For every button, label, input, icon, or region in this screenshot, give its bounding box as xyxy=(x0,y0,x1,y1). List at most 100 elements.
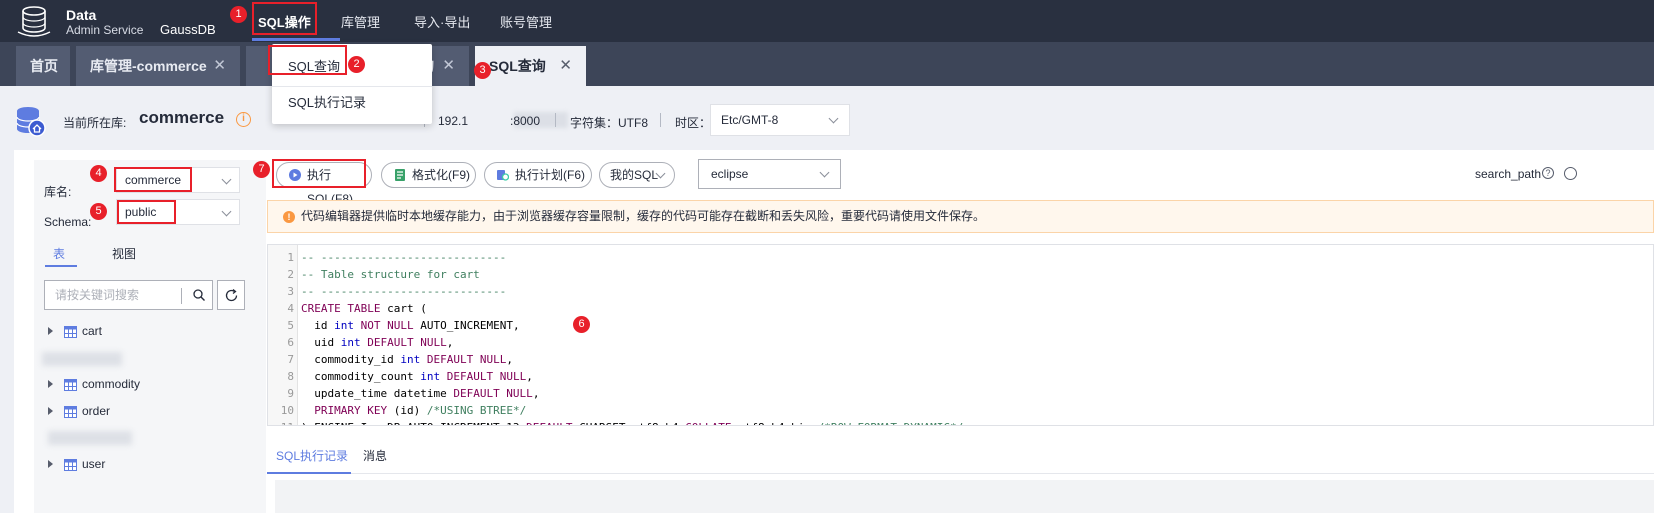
tab-home-label: 首页 xyxy=(30,58,58,74)
refresh-icon xyxy=(225,288,238,302)
chevron-down-icon xyxy=(828,113,839,124)
execute-sql-button[interactable]: 执行SQL(F8) xyxy=(276,162,372,206)
tab-db-management[interactable]: 库管理-commerce ✕ xyxy=(76,46,240,86)
editor-theme-select[interactable]: eclipse xyxy=(698,159,841,189)
line-number: 11 xyxy=(268,419,294,425)
search-placeholder: 请按关键词搜索 xyxy=(55,288,140,302)
brand-subtitle: Admin Service xyxy=(66,23,144,37)
code-line: 10 PRIMARY KEY (id) /*USING BTREE*/ xyxy=(268,402,1653,419)
host-port: :8000 xyxy=(510,114,541,128)
format-icon xyxy=(395,169,405,181)
table-name: cart xyxy=(82,324,103,338)
annotation-badge: 6 xyxy=(573,316,590,333)
line-number: 3 xyxy=(287,285,294,298)
timezone-select[interactable]: Etc/GMT-8 xyxy=(710,104,850,136)
menu-item-sql-query[interactable]: SQL查询 xyxy=(288,56,340,75)
my-sql-label: 我的SQL xyxy=(610,168,659,182)
sql-editor[interactable]: 1 -- ---------------------------- 2 -- Tab… xyxy=(267,244,1654,426)
explain-plan-label: 执行计划(F6) xyxy=(515,168,585,182)
db-name-select[interactable]: commerce xyxy=(116,167,240,193)
tab-views[interactable]: 视图 xyxy=(112,245,136,262)
current-db-label: 当前所在库: xyxy=(63,116,127,130)
code-line: 2 -- Table structure for cart xyxy=(268,266,1653,283)
plan-icon xyxy=(497,170,509,181)
charset-label: 字符集：UTF8 xyxy=(570,116,649,130)
db-name-label: 库名: xyxy=(44,185,72,199)
menu-divider xyxy=(272,86,432,87)
tab-bar: 首页 库管理-commerce ✕ 查询 ✕ SQL查询 ✕ xyxy=(0,42,1654,86)
line-number: 2 xyxy=(287,268,294,281)
chevron-down-icon xyxy=(221,206,232,217)
object-sidebar: 库名: commerce Schema: public 表 视图 请按关键词搜索 xyxy=(34,160,266,513)
db-info-bar: 当前所在库: commerce i 192.1 :8000 字符集：UTF8 时… xyxy=(0,96,1654,146)
line-number: 9 xyxy=(287,387,294,400)
expand-arrow-icon[interactable] xyxy=(48,407,53,415)
expand-arrow-icon[interactable] xyxy=(48,327,53,335)
current-db-name: commerce xyxy=(139,108,225,127)
close-icon[interactable]: ✕ xyxy=(559,46,572,86)
annotation-badge: 4 xyxy=(90,165,107,182)
annotation-badge: 3 xyxy=(474,62,491,79)
database-home-icon xyxy=(16,107,46,137)
tab-messages[interactable]: 消息 xyxy=(363,447,387,464)
host-ip: 192.1 xyxy=(438,114,469,128)
my-sql-button[interactable]: 我的SQL xyxy=(599,162,675,188)
table-icon xyxy=(64,459,77,471)
annotation-badge: 1 xyxy=(230,6,247,23)
schema-value: public xyxy=(125,205,157,219)
search-icon[interactable] xyxy=(192,288,206,302)
separator xyxy=(660,113,661,127)
timezone-label: 时区： xyxy=(675,116,712,130)
line-number: 8 xyxy=(287,370,294,383)
nav-account-management[interactable]: 账号管理 xyxy=(500,12,552,31)
warning-icon: ! xyxy=(283,211,295,223)
help-icon[interactable]: ? xyxy=(1542,167,1554,179)
play-icon xyxy=(289,169,301,181)
tree-item-commodity[interactable]: commodity xyxy=(48,376,248,394)
close-icon[interactable]: ✕ xyxy=(442,46,455,86)
nav-import-export[interactable]: 导入·导出 xyxy=(414,12,470,31)
nav-active-indicator xyxy=(252,38,340,41)
toggle-icon[interactable] xyxy=(1564,167,1577,180)
code-line: 6 uid int DEFAULT NULL, xyxy=(268,334,1653,351)
table-icon xyxy=(64,326,77,338)
refresh-button[interactable] xyxy=(217,280,245,310)
blurred-row xyxy=(42,352,122,366)
chevron-down-icon xyxy=(819,167,830,178)
tree-item-cart[interactable]: cart xyxy=(48,323,248,341)
code-line: 9 update_time datetime DEFAULT NULL, xyxy=(268,385,1653,402)
tree-item-order[interactable]: order xyxy=(48,403,248,421)
explain-plan-button[interactable]: 执行计划(F6) xyxy=(484,162,592,188)
code-line: 7 commodity_id int DEFAULT NULL, xyxy=(268,351,1653,368)
nav-sql-operations[interactable]: SQL操作 xyxy=(258,12,311,31)
schema-select[interactable]: public xyxy=(116,199,240,225)
table-search-input[interactable]: 请按关键词搜索 xyxy=(44,280,213,310)
blurred-row xyxy=(48,431,132,445)
main-panel: 库名: commerce Schema: public 表 视图 请按关键词搜索 xyxy=(14,150,1654,513)
tree-item-user[interactable]: user xyxy=(48,456,248,474)
cache-notice: ! 代码编辑器提供临时本地缓存能力，由于浏览器缓存容量限制，缓存的代码可能存在截… xyxy=(267,200,1654,233)
close-icon[interactable]: ✕ xyxy=(213,46,226,86)
line-number: 1 xyxy=(287,251,294,264)
expand-arrow-icon[interactable] xyxy=(48,380,53,388)
brand-title: Data xyxy=(66,7,97,23)
nav-db-management[interactable]: 库管理 xyxy=(341,12,380,31)
format-button[interactable]: 格式化(F9) xyxy=(381,162,476,188)
table-icon xyxy=(64,406,77,418)
expand-arrow-icon[interactable] xyxy=(48,460,53,468)
annotation-badge: 2 xyxy=(348,56,365,73)
code-line: 3 -- ---------------------------- xyxy=(268,283,1653,300)
tab-tables[interactable]: 表 xyxy=(53,245,65,262)
tab-home[interactable]: 首页 xyxy=(16,46,70,86)
menu-item-sql-history[interactable]: SQL执行记录 xyxy=(288,92,366,111)
schema-label: Schema: xyxy=(44,215,92,229)
line-number: 6 xyxy=(287,336,294,349)
table-name: commodity xyxy=(82,377,141,391)
info-warning-icon[interactable]: i xyxy=(236,112,251,127)
tab-sql-query[interactable]: SQL查询 ✕ xyxy=(475,46,586,86)
table-icon xyxy=(64,379,77,391)
result-panel xyxy=(275,480,1654,513)
tab-sql-history[interactable]: SQL执行记录 xyxy=(276,447,348,464)
line-number: 5 xyxy=(287,319,294,332)
top-navigation: Data Admin Service GaussDB SQL操作 库管理 导入·… xyxy=(0,0,1654,42)
